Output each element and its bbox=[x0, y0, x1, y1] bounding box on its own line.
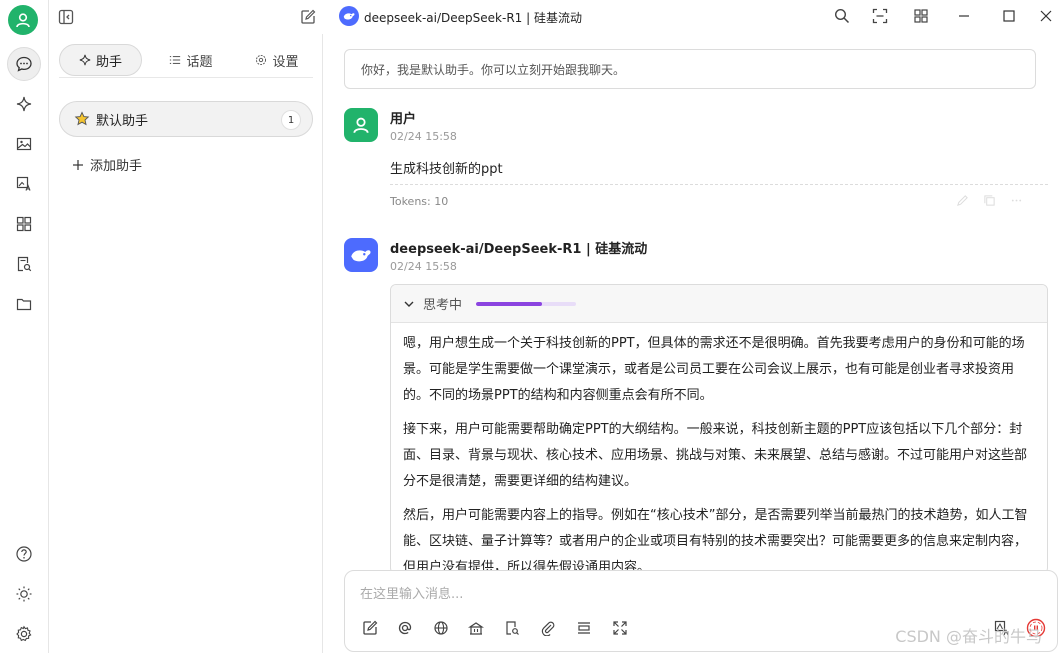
thinking-panel: 思考中 嗯，用户想生成一个关于科技创新的PPT，但具体的需求还不是很明确。首先我… bbox=[390, 284, 1048, 574]
knowledge-base-icon[interactable] bbox=[465, 617, 487, 639]
chat-nav-icon[interactable] bbox=[7, 47, 41, 81]
bot-message-name: deepseek-ai/DeepSeek-R1 | 硅基流动 bbox=[390, 242, 648, 257]
add-assistant-button[interactable]: 添加助手 bbox=[72, 155, 142, 174]
clear-context-icon[interactable] bbox=[573, 617, 595, 639]
file-search-tool-icon[interactable] bbox=[501, 617, 523, 639]
image-nav-icon[interactable] bbox=[7, 127, 41, 161]
user-message-name: 用户 bbox=[390, 112, 417, 127]
assistant-item-default[interactable]: 默认助手 1 bbox=[59, 101, 313, 137]
title-bar: deepseek-ai/DeepSeek-R1 | 硅基流动 bbox=[0, 0, 1060, 34]
thinking-label: 思考中 bbox=[423, 298, 463, 313]
model-logo-icon bbox=[339, 6, 359, 26]
search-icon[interactable] bbox=[832, 6, 852, 26]
image-translate-icon[interactable] bbox=[7, 167, 41, 201]
expand-icon[interactable] bbox=[609, 617, 631, 639]
message-input[interactable] bbox=[360, 583, 960, 605]
token-count: Tokens: 10 bbox=[390, 195, 449, 208]
new-topic-icon[interactable] bbox=[298, 7, 318, 27]
tab-assistants[interactable]: 助手 bbox=[59, 44, 142, 76]
message-actions bbox=[956, 194, 1023, 207]
copy-icon[interactable] bbox=[983, 194, 996, 207]
maximize-icon[interactable] bbox=[999, 6, 1019, 26]
sidebar-header bbox=[50, 0, 323, 34]
thinking-progress-fill bbox=[476, 301, 543, 306]
add-assistant-label: 添加助手 bbox=[90, 159, 143, 174]
welcome-message: 你好，我是默认助手。你可以立刻开始跟我聊天。 bbox=[344, 49, 1036, 89]
gear-icon bbox=[256, 54, 267, 66]
assistant-sidebar: 助手 话题 设置 默认助手 1 添加助手 bbox=[50, 34, 323, 653]
bot-message-time: 02/24 15:58 bbox=[390, 260, 457, 273]
attachment-icon[interactable] bbox=[537, 617, 559, 639]
plus-icon bbox=[73, 159, 83, 170]
message-divider bbox=[390, 184, 1048, 185]
help-icon[interactable] bbox=[7, 537, 41, 571]
fullscreen-icon[interactable] bbox=[870, 6, 890, 26]
sparkle-icon bbox=[79, 54, 91, 66]
tab-assistants-label: 助手 bbox=[95, 54, 122, 70]
user-message-text: 生成科技创新的ppt bbox=[390, 162, 503, 177]
chevron-down-icon[interactable] bbox=[403, 298, 415, 310]
thinking-paragraph: 接下来，用户可能需要帮助确定PPT的大纲结构。一般来说，科技创新主题的PPT应该… bbox=[403, 422, 1028, 489]
list-icon bbox=[170, 56, 181, 64]
tab-settings-label: 设置 bbox=[272, 54, 299, 70]
tab-settings[interactable]: 设置 bbox=[242, 44, 312, 76]
folder-nav-icon[interactable] bbox=[7, 287, 41, 321]
more-icon[interactable] bbox=[1010, 194, 1023, 207]
apps-nav-icon[interactable] bbox=[7, 207, 41, 241]
new-topic-tool-icon[interactable] bbox=[359, 617, 381, 639]
mention-at-icon[interactable] bbox=[394, 617, 416, 639]
deepseek-whale-icon bbox=[351, 250, 371, 262]
chat-header: deepseek-ai/DeepSeek-R1 | 硅基流动 bbox=[324, 0, 1060, 34]
bot-message-avatar bbox=[344, 238, 378, 272]
user-avatar[interactable] bbox=[8, 5, 38, 35]
thinking-paragraph: 嗯，用户想生成一个关于科技创新的PPT，但具体的需求还不是很明确。首先我要考虑用… bbox=[403, 336, 1025, 403]
sidebar-tabs: 助手 话题 设置 bbox=[59, 44, 313, 78]
web-search-globe-icon[interactable] bbox=[430, 617, 452, 639]
star-icon bbox=[74, 111, 90, 126]
assistant-item-label: 默认助手 bbox=[96, 113, 149, 129]
tab-topics[interactable]: 话题 bbox=[156, 44, 226, 76]
close-icon[interactable] bbox=[1036, 6, 1056, 26]
sparkle-nav-icon[interactable] bbox=[7, 87, 41, 121]
sidebar-toggle-icon[interactable] bbox=[56, 7, 76, 27]
settings-gear-icon[interactable] bbox=[7, 617, 41, 651]
thinking-paragraph: 然后，用户可能需要内容上的指导。例如在“核心技术”部分，是否需要列举当前最热门的… bbox=[403, 508, 1028, 574]
thinking-progress-bar bbox=[476, 301, 577, 306]
tab-topics-label: 话题 bbox=[186, 54, 213, 70]
apps-grid-icon[interactable] bbox=[911, 6, 931, 26]
edit-icon[interactable] bbox=[956, 194, 969, 207]
theme-sun-icon[interactable] bbox=[7, 577, 41, 611]
user-message-avatar bbox=[344, 108, 378, 142]
file-search-nav-icon[interactable] bbox=[7, 247, 41, 281]
chat-area: 你好，我是默认助手。你可以立刻开始跟我聊天。 用户 02/24 15:58 生成… bbox=[324, 34, 1060, 653]
minimize-icon[interactable] bbox=[954, 6, 974, 26]
watermark: CSDN @奋斗的牛马 bbox=[895, 627, 1042, 646]
topic-count-badge: 1 bbox=[281, 110, 301, 130]
model-title[interactable]: deepseek-ai/DeepSeek-R1 | 硅基流动 bbox=[364, 9, 582, 26]
thinking-header[interactable]: 思考中 bbox=[391, 285, 1047, 323]
nav-rail bbox=[0, 0, 49, 653]
thinking-content: 嗯，用户想生成一个关于科技创新的PPT，但具体的需求还不是很明确。首先我要考虑用… bbox=[403, 331, 1035, 574]
user-message-time: 02/24 15:58 bbox=[390, 130, 457, 143]
